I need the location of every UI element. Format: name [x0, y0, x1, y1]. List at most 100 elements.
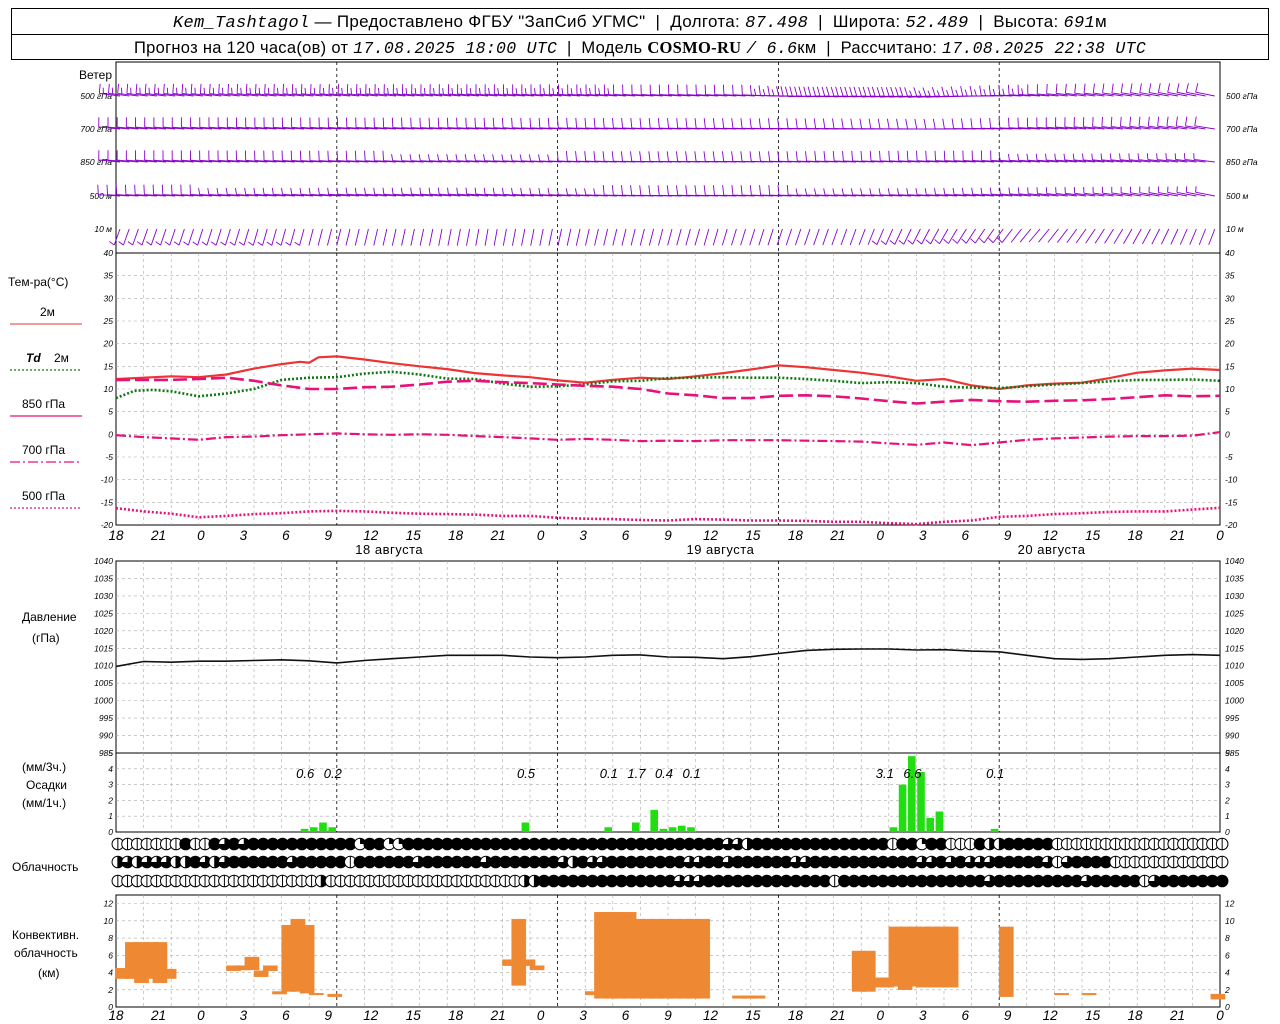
wind-barb-staff	[466, 228, 471, 246]
hour-label-top-15: 15	[745, 528, 761, 543]
wind-barb-feather	[879, 150, 881, 161]
wind-barb-feather	[786, 185, 789, 196]
wind-barb-staff	[957, 228, 967, 244]
wind-barb-feather	[1036, 187, 1038, 194]
wind-barb-feather	[835, 86, 839, 97]
wind-barb-feather	[515, 88, 518, 95]
wind-barb-feather	[992, 88, 996, 96]
wind-barb-feather	[364, 150, 366, 161]
wind-barb-feather	[332, 87, 334, 95]
wind-barb-feather	[258, 87, 261, 95]
wind-barb	[1189, 228, 1197, 245]
wind-barb-staff	[776, 228, 783, 246]
wind-barb	[694, 228, 701, 246]
wind-barb-feather	[804, 188, 808, 196]
wind-barb-feather	[1128, 153, 1130, 160]
conv-bar	[1081, 993, 1097, 996]
wind-barb-feather	[529, 117, 532, 128]
wind-barb-feather	[960, 86, 964, 97]
precipitation-bars: 0.6 0.2 0.5 0.1 1.7 0.4 0.1 3.1 6.6 0.1	[296, 756, 1004, 832]
wind-barb-feather	[492, 187, 495, 195]
wind-barb-staff	[456, 228, 461, 246]
wind-barb-feather	[1083, 83, 1086, 94]
wind-barb-feather	[611, 185, 614, 196]
wind-barb	[813, 228, 820, 246]
wind-barb-feather	[465, 117, 467, 128]
wind-barb	[294, 228, 305, 246]
wind-barb-feather	[880, 240, 887, 245]
wind-barb-staff	[731, 228, 737, 246]
wind-barb-feather	[225, 187, 228, 195]
wind-barb-feather	[557, 117, 559, 128]
wind-barb-feather	[264, 84, 266, 94]
wind-barb-staff	[1010, 228, 1022, 243]
pres-ytick-right: 1035	[1225, 573, 1244, 583]
wind-barb-staff	[965, 228, 976, 244]
wind-barb-feather	[777, 118, 780, 129]
conv-ytick-right: 12	[1225, 899, 1235, 909]
wind-barb-feather	[988, 237, 994, 244]
wind-barb-feather	[199, 83, 202, 94]
wind-barb-feather	[784, 86, 789, 97]
wind-barb-staff	[1186, 91, 1206, 97]
wind-barb-feather	[878, 188, 881, 195]
wind-barb-feather	[552, 88, 555, 95]
conv-ytick-left: 2	[107, 985, 113, 995]
wind-barb-feather	[955, 89, 959, 97]
wind-barb-staff	[438, 228, 443, 246]
wind-barb-feather	[410, 187, 412, 195]
wind-barb-feather	[405, 87, 408, 95]
wind-barb-staff	[197, 228, 204, 246]
wind-barb-feather	[907, 239, 913, 245]
wind-barb-feather	[538, 188, 541, 195]
wind-barb	[1019, 228, 1032, 243]
hour-label-top-21: 9	[1004, 528, 1012, 543]
wind-barb-feather	[428, 117, 431, 128]
wind-barb-feather	[437, 117, 440, 128]
wind-barb-feather	[961, 238, 967, 244]
wind-barb-feather	[869, 150, 872, 161]
wind-barb-staff	[858, 228, 866, 246]
wind-barb-feather	[602, 185, 605, 196]
wind-barb-feather	[839, 86, 844, 98]
wind-barb	[685, 228, 691, 246]
wind-barb-staff	[475, 228, 480, 246]
wind-barb-feather	[543, 88, 545, 95]
wind-barb-feather	[970, 238, 976, 244]
wind-barb-staff	[1104, 228, 1114, 244]
precip-ytick-right: 1	[1225, 811, 1230, 821]
wind-barb-feather	[851, 150, 854, 161]
wind-barb-feather	[916, 150, 918, 161]
temp-ytick-left: -5	[105, 452, 113, 462]
wind-barb-feather	[1026, 153, 1029, 161]
wind-barb-staff	[1189, 228, 1197, 245]
wind-barb	[118, 228, 130, 246]
wind-barb	[630, 228, 636, 246]
wind-barb-staff	[382, 228, 388, 246]
wind-barb	[997, 228, 1013, 243]
wind-barb-feather	[1021, 88, 1024, 95]
wind-barb-feather	[173, 241, 180, 246]
wind-barb	[767, 228, 774, 246]
wind-barb	[594, 228, 599, 246]
wind-barb-feather	[317, 187, 320, 195]
temp-ytick-left: 0	[108, 429, 113, 439]
wind-barb	[484, 228, 489, 246]
wind-barb-feather	[807, 86, 812, 97]
wind-barb-feather	[146, 241, 152, 246]
wind-barb-staff	[639, 228, 645, 246]
wind-barb-feather	[359, 87, 362, 95]
wind-barb-feather	[768, 151, 771, 162]
conv-ytick-right: 10	[1225, 916, 1235, 926]
precip-ytick-right: 3	[1225, 780, 1230, 790]
conv-bar	[750, 995, 766, 999]
wind-barb-staff	[539, 228, 544, 246]
wind-barb-feather	[731, 151, 734, 162]
wind-barb-staff	[530, 228, 535, 246]
wind-barb-feather	[703, 118, 706, 129]
wind-barb-feather	[570, 88, 573, 95]
wind-barb-staff	[1075, 228, 1087, 244]
wind-barb-feather	[511, 187, 513, 195]
wind-barb-feather	[731, 118, 734, 129]
wind-barb-feather	[721, 151, 725, 162]
